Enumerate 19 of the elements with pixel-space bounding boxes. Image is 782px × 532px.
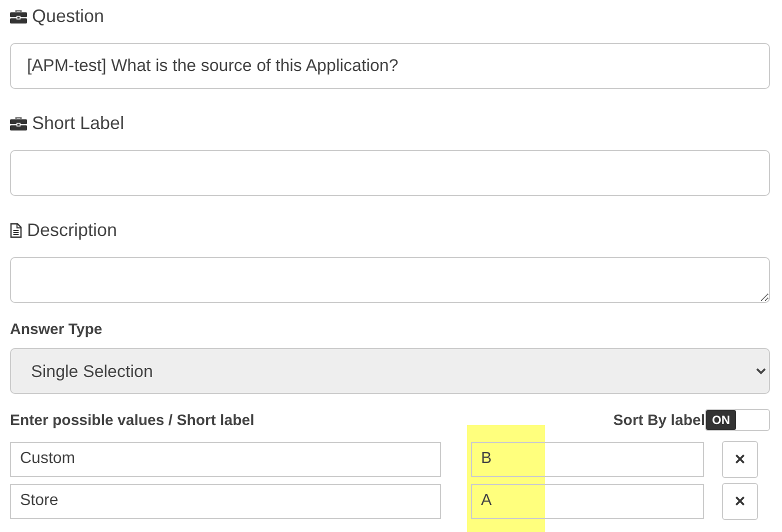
toggle-switch[interactable]: ON [705, 409, 770, 431]
field-label: Short Label [32, 113, 124, 134]
briefcase-icon [10, 9, 27, 24]
text-area[interactable] [10, 257, 770, 303]
input-field[interactable]: B [471, 442, 704, 476]
input-field[interactable]: Custom [10, 442, 441, 476]
input-field[interactable] [10, 150, 770, 196]
input-field[interactable]: [APM-test] What is the source of this Application? [10, 43, 770, 89]
briefcase-icon [10, 116, 27, 131]
remove-button[interactable]: × [722, 440, 758, 478]
field-label: Question [32, 6, 104, 27]
input-field[interactable]: Store [10, 484, 441, 518]
field-label: Enter possible values / Short label [10, 412, 254, 428]
document-icon [10, 223, 22, 238]
field-label: Description [27, 220, 118, 241]
remove-button[interactable]: × [722, 482, 758, 520]
input-field[interactable]: A [471, 484, 704, 518]
field-label: Answer Type [10, 321, 104, 338]
toggle-label: Sort By label [613, 412, 705, 428]
